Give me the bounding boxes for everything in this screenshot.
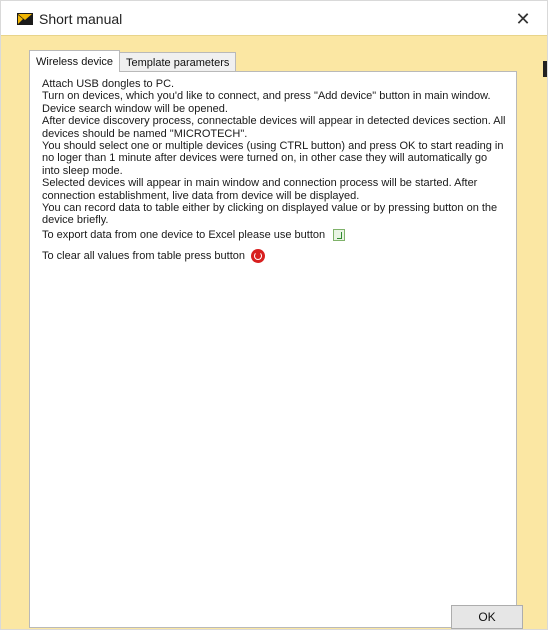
manual-line: Turn on devices, which you'd like to con…: [42, 90, 491, 115]
close-button[interactable]: ✕: [509, 7, 537, 31]
clear-instruction-text: To clear all values from table press but…: [42, 250, 245, 263]
dialog-body: Wireless device Template parameters Atta…: [1, 35, 547, 629]
tab-wireless-device[interactable]: Wireless device: [29, 50, 121, 72]
manual-line: Selected devices will appear in main win…: [42, 177, 478, 202]
tab-template-parameters[interactable]: Template parameters: [119, 52, 237, 72]
envelope-logo-icon: [17, 12, 33, 26]
clear-table-icon: [251, 249, 265, 264]
short-manual-dialog: Short manual ✕ Wireless device Template …: [0, 0, 548, 630]
export-instruction-text: To export data from one device to Excel …: [42, 228, 326, 241]
window-title: Short manual: [39, 11, 123, 27]
excel-export-icon: [333, 229, 346, 242]
wireless-device-panel: Attach USB dongles to PC. Turn on device…: [29, 71, 517, 628]
manual-line: After device discovery process, connecta…: [42, 115, 506, 140]
manual-line: You can record data to table either by c…: [42, 202, 498, 227]
ok-button[interactable]: OK: [451, 605, 523, 629]
manual-text: Attach USB dongles to PC. Turn on device…: [42, 78, 506, 264]
manual-line: You should select one or multiple device…: [42, 140, 504, 177]
title-bar: Short manual ✕: [1, 1, 547, 35]
clear-instruction: To clear all values from table press but…: [42, 249, 506, 264]
window-edge-marker: [543, 61, 547, 77]
manual-line: Attach USB dongles to PC.: [42, 78, 175, 90]
export-instruction: To export data from one device to Excel …: [42, 228, 506, 242]
tab-strip: Wireless device Template parameters: [29, 50, 237, 72]
